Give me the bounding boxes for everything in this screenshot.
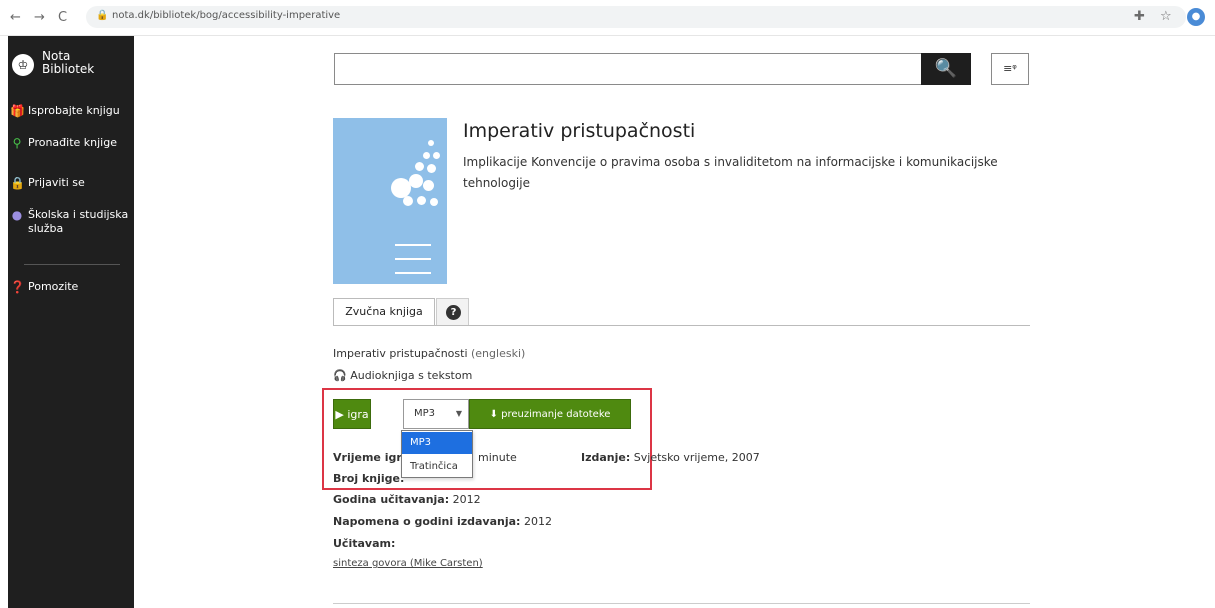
search-icon: 🔍 bbox=[934, 58, 958, 79]
chevron-down-icon: ▼ bbox=[455, 409, 462, 418]
star-icon[interactable]: ☆ bbox=[1160, 9, 1172, 24]
crown-icon: ♔ bbox=[12, 54, 34, 76]
publish-note-label: Napomena o godini izdavanja: bbox=[333, 515, 521, 528]
book-number-label: Broj knjige: bbox=[333, 472, 405, 485]
translate-icon[interactable]: ✚ bbox=[1134, 9, 1145, 24]
help-icon: ? bbox=[446, 305, 461, 320]
format-option-mp3[interactable]: MP3 bbox=[402, 432, 472, 454]
brand-name: Nota Bibliotek bbox=[42, 49, 95, 76]
upload-year-label: Godina učitavanja: bbox=[333, 493, 450, 506]
edition-value: Svjetsko vrijeme, 2007 bbox=[633, 451, 760, 464]
search-icon: ⚲ bbox=[12, 136, 22, 150]
headphones-icon: 🎧 bbox=[333, 369, 347, 382]
sidebar-item-find-books[interactable]: ⚲ Pronađite knjige bbox=[8, 134, 134, 156]
book-subtitle: Implikacije Konvencije o pravima osoba s… bbox=[463, 155, 998, 190]
filter-list-icon: ≡ᵠ bbox=[1003, 62, 1017, 75]
advanced-search-button[interactable]: ≡ᵠ bbox=[991, 53, 1029, 85]
sidebar: ♔ Nota Bibliotek 🎁 Isprobajte knjigu ⚲ P… bbox=[8, 36, 134, 608]
playtime-row: Vrijeme igr bbox=[333, 451, 402, 464]
help-icon: ❓ bbox=[10, 280, 25, 294]
sidebar-item-label: Isprobajte knjigu bbox=[28, 104, 120, 117]
sidebar-item-label: Školska i studijska služba bbox=[28, 208, 129, 235]
reader-link[interactable]: sinteza govora (Mike Carsten) bbox=[333, 558, 483, 569]
work-title: Imperativ pristupačnosti bbox=[333, 347, 468, 360]
browser-toolbar: ← → C 🔒 nota.dk/bibliotek/bog/accessibil… bbox=[0, 0, 1215, 36]
tab-help[interactable]: ? bbox=[436, 298, 469, 326]
back-icon[interactable]: ← bbox=[10, 10, 21, 25]
search-input[interactable] bbox=[334, 53, 922, 85]
upload-year-row: Godina učitavanja: 2012 bbox=[333, 493, 481, 506]
sidebar-item-label: Pronađite knjige bbox=[28, 136, 117, 149]
sidebar-divider bbox=[24, 264, 120, 265]
edition-row: Izdanje: Svjetsko vrijeme, 2007 bbox=[581, 451, 760, 464]
format-dropdown: MP3 Tratinčica bbox=[401, 430, 473, 478]
publish-note-value: 2012 bbox=[523, 515, 552, 528]
sidebar-item-label: Prijaviti se bbox=[28, 176, 85, 189]
tab-audio-book[interactable]: Zvučna knjiga bbox=[333, 298, 435, 326]
format-selected: MP3 bbox=[414, 408, 436, 419]
work-language: (engleski) bbox=[471, 347, 526, 360]
edition-label: Izdanje: bbox=[581, 451, 631, 464]
circle-icon: ● bbox=[11, 208, 23, 222]
playtime-value: minute bbox=[478, 451, 517, 464]
lock-icon: 🔒 bbox=[10, 176, 25, 190]
work-title-line: Imperativ pristupačnosti (engleski) bbox=[333, 347, 525, 360]
sidebar-item-try-book[interactable]: 🎁 Isprobajte knjigu bbox=[8, 102, 134, 124]
reload-icon[interactable]: C bbox=[58, 10, 67, 25]
download-label: preuzimanje datoteke bbox=[501, 409, 611, 420]
book-number-row: Broj knjige: bbox=[333, 472, 404, 485]
play-label: igra bbox=[347, 408, 369, 421]
sidebar-item-login[interactable]: 🔒 Prijaviti se bbox=[8, 174, 134, 196]
sidebar-item-school-service[interactable]: ● Školska i studijska služba bbox=[8, 206, 134, 248]
sidebar-item-label: Pomozite bbox=[28, 280, 79, 293]
publish-note-row: Napomena o godini izdavanja: 2012 bbox=[333, 515, 552, 528]
sidebar-item-help[interactable]: ❓ Pomozite bbox=[8, 278, 134, 300]
audio-type-line: 🎧 Audioknjiga s tekstom bbox=[333, 369, 472, 382]
brand-logo-link[interactable]: ♔ Nota Bibliotek bbox=[12, 50, 132, 90]
book-cover bbox=[333, 118, 447, 284]
url-text[interactable]: nota.dk/bibliotek/bog/accessibility-impe… bbox=[112, 10, 340, 21]
forward-icon[interactable]: → bbox=[34, 10, 45, 25]
lock-icon: 🔒 bbox=[96, 10, 109, 21]
play-icon: ▶ bbox=[335, 408, 344, 421]
reader-row: Učitavam: bbox=[333, 537, 395, 550]
reader-label: Učitavam: bbox=[333, 537, 396, 550]
address-bar[interactable]: 🔒 nota.dk/bibliotek/bog/accessibility-im… bbox=[86, 6, 1186, 28]
playtime-label: Vrijeme igr bbox=[333, 451, 402, 464]
audio-type: Audioknjiga s tekstom bbox=[350, 369, 473, 382]
search-button[interactable]: 🔍 bbox=[921, 53, 971, 85]
play-button[interactable]: ▶ igra bbox=[333, 399, 371, 429]
format-select[interactable]: MP3 ▼ bbox=[403, 399, 469, 429]
tab-divider bbox=[333, 325, 1030, 326]
download-icon: ⬇ bbox=[489, 409, 498, 420]
upload-year-value: 2012 bbox=[452, 493, 481, 506]
profile-icon[interactable]: ● bbox=[1187, 8, 1205, 26]
book-title: Imperativ pristupačnosti bbox=[463, 120, 696, 142]
gift-icon: 🎁 bbox=[10, 104, 25, 118]
format-option-daisy[interactable]: Tratinčica bbox=[402, 456, 472, 478]
section-divider bbox=[333, 603, 1030, 604]
download-button[interactable]: ⬇ preuzimanje datoteke bbox=[469, 399, 631, 429]
